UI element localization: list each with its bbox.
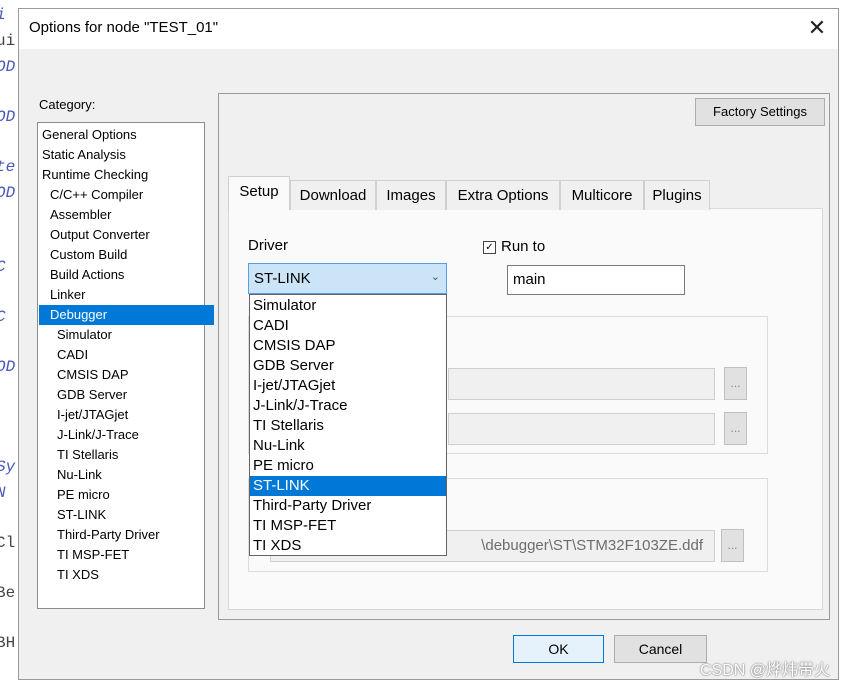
code-fragment: Sy — [0, 458, 16, 476]
category-item-ijet[interactable]: I-jet/JTAGjet — [39, 405, 221, 425]
driver-option-cadi[interactable]: CADI — [250, 316, 446, 336]
category-item-linker[interactable]: Linker — [39, 285, 214, 305]
code-fragment: C — [0, 258, 6, 276]
driver-option-simulator[interactable]: Simulator — [250, 296, 446, 316]
ok-button[interactable]: OK — [513, 635, 604, 663]
category-item-custom-build[interactable]: Custom Build — [39, 245, 214, 265]
driver-dropdown-list[interactable]: Simulator CADI CMSIS DAP GDB Server I-je… — [249, 294, 447, 556]
driver-option-ti-msp-fet[interactable]: TI MSP-FET — [250, 516, 446, 536]
watermark-text: CSDN @烨炜带火 — [699, 662, 830, 679]
category-item-ti-msp-fet[interactable]: TI MSP-FET — [39, 545, 221, 565]
tab-setup[interactable]: Setup — [228, 176, 290, 210]
setup-macro-field-1 — [448, 368, 715, 400]
factory-settings-button[interactable]: Factory Settings — [695, 98, 825, 126]
tab-multicore[interactable]: Multicore — [560, 180, 644, 210]
category-item-debugger[interactable]: Debugger — [39, 305, 214, 325]
run-to-label: Run to — [501, 238, 546, 255]
category-item-static-analysis[interactable]: Static Analysis — [39, 145, 206, 165]
category-item-jlink[interactable]: J-Link/J-Trace — [39, 425, 221, 445]
driver-option-st-link[interactable]: ST-LINK — [250, 476, 446, 496]
browse-button-2[interactable]: ... — [724, 412, 747, 445]
tab-extra-options[interactable]: Extra Options — [446, 180, 560, 210]
category-item-nu-link[interactable]: Nu-Link — [39, 465, 221, 485]
driver-option-ti-xds[interactable]: TI XDS — [250, 536, 446, 556]
driver-option-ti-stellaris[interactable]: TI Stellaris — [250, 416, 446, 436]
category-item-cadi[interactable]: CADI — [39, 345, 221, 365]
tab-download[interactable]: Download — [290, 180, 376, 210]
category-item-cpp-compiler[interactable]: C/C++ Compiler — [39, 185, 214, 205]
run-to-input[interactable]: main — [507, 265, 685, 295]
driver-option-ijet[interactable]: I-jet/JTAGjet — [250, 376, 446, 396]
category-item-pe-micro[interactable]: PE micro — [39, 485, 221, 505]
code-fragment: BH — [0, 634, 16, 652]
code-fragment: C — [0, 308, 6, 326]
code-fragment: Be — [0, 584, 16, 602]
browse-button-1[interactable]: ... — [724, 367, 747, 400]
code-fragment: i — [0, 6, 6, 24]
category-item-third-party-driver[interactable]: Third-Party Driver — [39, 525, 221, 545]
driver-label: Driver — [248, 237, 288, 254]
category-item-general-options[interactable]: General Options — [39, 125, 206, 145]
driver-selected-value: ST-LINK — [254, 270, 311, 287]
code-fragment: OD — [0, 58, 16, 76]
code-fragment: Cl — [0, 534, 16, 552]
driver-option-jlink[interactable]: J-Link/J-Trace — [250, 396, 446, 416]
category-item-build-actions[interactable]: Build Actions — [39, 265, 214, 285]
tab-images[interactable]: Images — [376, 180, 446, 210]
background-code-editor: i ui OD OD te OD C C OD Sy N Cl Be BH — [0, 0, 20, 686]
code-fragment: N — [0, 484, 6, 502]
driver-option-cmsis-dap[interactable]: CMSIS DAP — [250, 336, 446, 356]
category-label: Category: — [39, 97, 96, 112]
run-to-checkbox[interactable]: ✓ Run to — [483, 238, 545, 255]
code-fragment: OD — [0, 108, 16, 126]
driver-option-third-party[interactable]: Third-Party Driver — [250, 496, 446, 516]
code-fragment: OD — [0, 358, 16, 376]
category-list[interactable]: General Options Static Analysis Runtime … — [37, 122, 214, 609]
setup-macro-field-2 — [448, 413, 715, 445]
close-icon[interactable]: ✕ — [804, 15, 830, 41]
category-item-ti-stellaris[interactable]: TI Stellaris — [39, 445, 221, 465]
category-item-simulator[interactable]: Simulator — [39, 325, 221, 345]
driver-option-pe-micro[interactable]: PE micro — [250, 456, 446, 476]
checkbox-checked-icon: ✓ — [483, 241, 496, 254]
cancel-button[interactable]: Cancel — [614, 635, 707, 663]
category-item-assembler[interactable]: Assembler — [39, 205, 214, 225]
category-item-gdb-server[interactable]: GDB Server — [39, 385, 221, 405]
driver-option-nu-link[interactable]: Nu-Link — [250, 436, 446, 456]
tab-plugins[interactable]: Plugins — [644, 180, 710, 210]
code-fragment: te — [0, 158, 16, 176]
dialog-title: Options for node "TEST_01" — [29, 19, 219, 36]
code-fragment: OD — [0, 184, 16, 202]
category-item-runtime-checking[interactable]: Runtime Checking — [39, 165, 206, 185]
chevron-down-icon: ⌄ — [430, 271, 440, 283]
category-item-ti-xds[interactable]: TI XDS — [39, 565, 221, 585]
code-fragment: ui — [0, 32, 16, 50]
category-item-output-converter[interactable]: Output Converter — [39, 225, 214, 245]
category-item-cmsis-dap[interactable]: CMSIS DAP — [39, 365, 221, 385]
driver-option-gdb-server[interactable]: GDB Server — [250, 356, 446, 376]
title-bar: Options for node "TEST_01" ✕ — [19, 9, 838, 49]
browse-button-ddf[interactable]: ... — [721, 529, 744, 562]
category-item-st-link[interactable]: ST-LINK — [39, 505, 221, 525]
driver-combobox[interactable]: ST-LINK ⌄ — [248, 263, 447, 294]
